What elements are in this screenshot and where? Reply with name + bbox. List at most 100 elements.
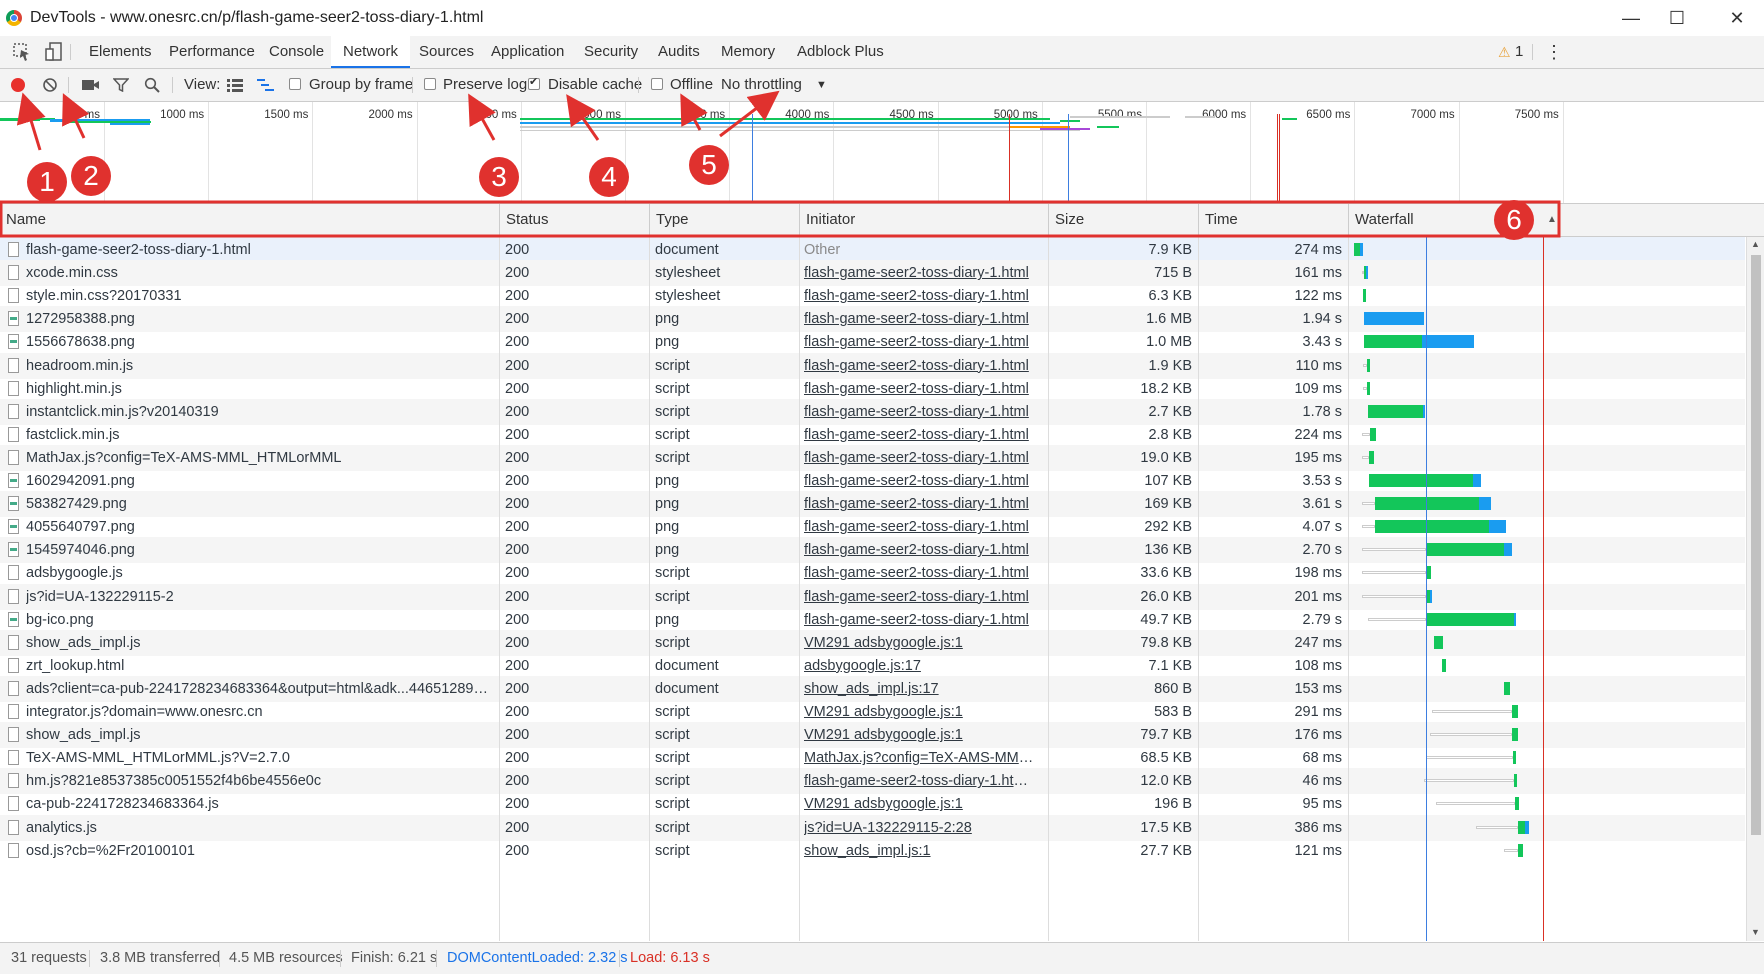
tab-console[interactable]: Console	[269, 36, 324, 68]
tab-memory[interactable]: Memory	[721, 36, 775, 68]
large-rows-icon[interactable]	[227, 78, 243, 95]
table-row[interactable]: js?id=UA-132229115-2 200 script flash-ga…	[0, 583, 1745, 610]
table-row[interactable]: 1545974046.png 200 png flash-game-seer2-…	[0, 537, 1745, 564]
sort-ascending-icon[interactable]: ▲	[1547, 204, 1557, 236]
device-toolbar-icon[interactable]	[44, 41, 64, 63]
request-name[interactable]: ads?client=ca-pub-2241728234683364&outpu…	[26, 676, 494, 702]
inspect-element-icon[interactable]	[12, 41, 32, 63]
request-initiator[interactable]: flash-game-seer2-toss-diary-1.html	[804, 260, 1040, 286]
request-initiator[interactable]: flash-game-seer2-toss-diary-1.html:1	[804, 768, 1040, 794]
tab-elements[interactable]: Elements	[89, 36, 152, 68]
tab-network[interactable]: Network	[331, 36, 411, 68]
column-header-time[interactable]: Time	[1198, 204, 1348, 236]
request-initiator[interactable]: js?id=UA-132229115-2:28	[804, 815, 1040, 841]
request-initiator[interactable]: flash-game-seer2-toss-diary-1.html	[804, 353, 1040, 379]
column-header-type[interactable]: Type	[649, 204, 799, 236]
scroll-down-icon[interactable]: ▼	[1751, 927, 1760, 937]
request-name[interactable]: hm.js?821e8537385c0051552f4b6be4556e0c	[26, 768, 494, 794]
table-row[interactable]: headroom.min.js 200 script flash-game-se…	[0, 352, 1745, 379]
close-button[interactable]: ✕	[1714, 4, 1760, 32]
tab-security[interactable]: Security	[584, 36, 638, 68]
table-row[interactable]: TeX-AMS-MML_HTMLorMML.js?V=2.7.0 200 scr…	[0, 745, 1745, 771]
screenshot-camera-icon[interactable]	[82, 78, 100, 95]
group-by-frame-checkbox[interactable]	[289, 78, 301, 90]
table-row[interactable]: style.min.css?20170331 200 stylesheet fl…	[0, 283, 1745, 309]
table-row[interactable]: integrator.js?domain=www.onesrc.cn 200 s…	[0, 699, 1745, 725]
table-row[interactable]: flash-game-seer2-toss-diary-1.html 200 d…	[0, 237, 1745, 263]
scroll-up-icon[interactable]: ▲	[1751, 239, 1760, 249]
table-row[interactable]: show_ads_impl.js 200 script VM291 adsbyg…	[0, 722, 1745, 749]
column-header-status[interactable]: Status	[499, 204, 649, 236]
record-icon[interactable]	[11, 78, 25, 92]
request-initiator[interactable]: flash-game-seer2-toss-diary-1.html	[804, 514, 1040, 540]
table-row[interactable]: zrt_lookup.html 200 document adsbygoogle…	[0, 653, 1745, 679]
tab-performance[interactable]: Performance	[169, 36, 255, 68]
table-row[interactable]: show_ads_impl.js 200 script VM291 adsbyg…	[0, 629, 1745, 656]
disable-cache-checkbox[interactable]	[528, 75, 540, 90]
table-row[interactable]: instantclick.min.js?v20140319 200 script…	[0, 398, 1745, 425]
tab-adblock-plus[interactable]: Adblock Plus	[797, 36, 884, 68]
request-initiator[interactable]: flash-game-seer2-toss-diary-1.html	[804, 491, 1040, 517]
table-row[interactable]: 4055640797.png 200 png flash-game-seer2-…	[0, 514, 1745, 540]
request-name[interactable]: MathJax.js?config=TeX-AMS-MML_HTMLorMML	[26, 445, 494, 471]
request-name[interactable]: 1545974046.png	[26, 537, 494, 563]
request-table-body[interactable]: flash-game-seer2-toss-diary-1.html 200 d…	[0, 237, 1745, 941]
chevron-down-icon[interactable]: ▼	[816, 69, 827, 101]
request-name[interactable]: highlight.min.js	[26, 376, 494, 402]
request-initiator[interactable]: flash-game-seer2-toss-diary-1.html	[804, 560, 1040, 586]
request-name[interactable]: show_ads_impl.js	[26, 722, 494, 748]
request-name[interactable]: analytics.js	[26, 815, 494, 841]
request-initiator[interactable]: flash-game-seer2-toss-diary-1.html	[804, 607, 1040, 633]
tab-audits[interactable]: Audits	[658, 36, 700, 68]
request-initiator[interactable]: flash-game-seer2-toss-diary-1.html	[804, 399, 1040, 425]
request-initiator[interactable]: VM291 adsbygoogle.js:1	[804, 630, 1040, 656]
table-row[interactable]: ca-pub-2241728234683364.js 200 script VM…	[0, 791, 1745, 817]
tab-application[interactable]: Application	[491, 36, 564, 68]
table-row[interactable]: analytics.js 200 script js?id=UA-1322291…	[0, 814, 1745, 841]
request-initiator[interactable]: show_ads_impl.js:17	[804, 676, 1040, 702]
request-name[interactable]: js?id=UA-132229115-2	[26, 584, 494, 610]
request-initiator[interactable]: flash-game-seer2-toss-diary-1.html	[804, 422, 1040, 448]
request-name[interactable]: headroom.min.js	[26, 353, 494, 379]
column-header-size[interactable]: Size	[1048, 204, 1198, 236]
table-row[interactable]: hm.js?821e8537385c0051552f4b6be4556e0c 2…	[0, 768, 1745, 795]
request-name[interactable]: integrator.js?domain=www.onesrc.cn	[26, 699, 494, 725]
request-name[interactable]: instantclick.min.js?v20140319	[26, 399, 494, 425]
request-name[interactable]: 583827429.png	[26, 491, 494, 517]
throttling-select[interactable]: No throttling	[721, 69, 802, 101]
minimize-button[interactable]: —	[1608, 4, 1654, 32]
table-row[interactable]: 1602942091.png 200 png flash-game-seer2-…	[0, 468, 1745, 494]
scrollbar-thumb[interactable]	[1751, 255, 1761, 835]
request-name[interactable]: show_ads_impl.js	[26, 630, 494, 656]
warning-count[interactable]: 1	[1515, 36, 1523, 68]
request-initiator[interactable]: flash-game-seer2-toss-diary-1.html	[804, 537, 1040, 563]
column-header-initiator[interactable]: Initiator	[799, 204, 1048, 236]
request-initiator[interactable]: flash-game-seer2-toss-diary-1.html	[804, 468, 1040, 494]
request-initiator[interactable]: flash-game-seer2-toss-diary-1.html	[804, 584, 1040, 610]
search-icon[interactable]	[144, 77, 160, 96]
request-initiator[interactable]: flash-game-seer2-toss-diary-1.html	[804, 445, 1040, 471]
offline-checkbox[interactable]	[651, 78, 663, 90]
request-initiator[interactable]: VM291 adsbygoogle.js:1	[804, 699, 1040, 725]
request-name[interactable]: adsbygoogle.js	[26, 560, 494, 586]
request-name[interactable]: osd.js?cb=%2Fr20100101	[26, 838, 494, 864]
warning-icon[interactable]: ⚠	[1498, 36, 1511, 68]
request-initiator[interactable]: MathJax.js?config=TeX-AMS-MML_HT...	[804, 745, 1040, 771]
request-initiator[interactable]: flash-game-seer2-toss-diary-1.html	[804, 306, 1040, 332]
table-row[interactable]: osd.js?cb=%2Fr20100101 200 script show_a…	[0, 838, 1745, 864]
table-row[interactable]: ads?client=ca-pub-2241728234683364&outpu…	[0, 675, 1745, 702]
maximize-button[interactable]: ☐	[1654, 4, 1700, 32]
request-initiator[interactable]: adsbygoogle.js:17	[804, 653, 1040, 679]
request-name[interactable]: TeX-AMS-MML_HTMLorMML.js?V=2.7.0	[26, 745, 494, 771]
request-initiator[interactable]: VM291 adsbygoogle.js:1	[804, 791, 1040, 817]
overview-waterfall-icon[interactable]	[257, 78, 275, 95]
request-name[interactable]: 1556678638.png	[26, 329, 494, 355]
request-name[interactable]: bg-ico.png	[26, 607, 494, 633]
table-row[interactable]: highlight.min.js 200 script flash-game-s…	[0, 376, 1745, 402]
request-initiator[interactable]: show_ads_impl.js:1	[804, 838, 1040, 864]
request-initiator[interactable]: VM291 adsbygoogle.js:1	[804, 722, 1040, 748]
request-initiator[interactable]: flash-game-seer2-toss-diary-1.html	[804, 376, 1040, 402]
request-name[interactable]: 1602942091.png	[26, 468, 494, 494]
request-name[interactable]: 4055640797.png	[26, 514, 494, 540]
table-row[interactable]: 1272958388.png 200 png flash-game-seer2-…	[0, 306, 1745, 333]
